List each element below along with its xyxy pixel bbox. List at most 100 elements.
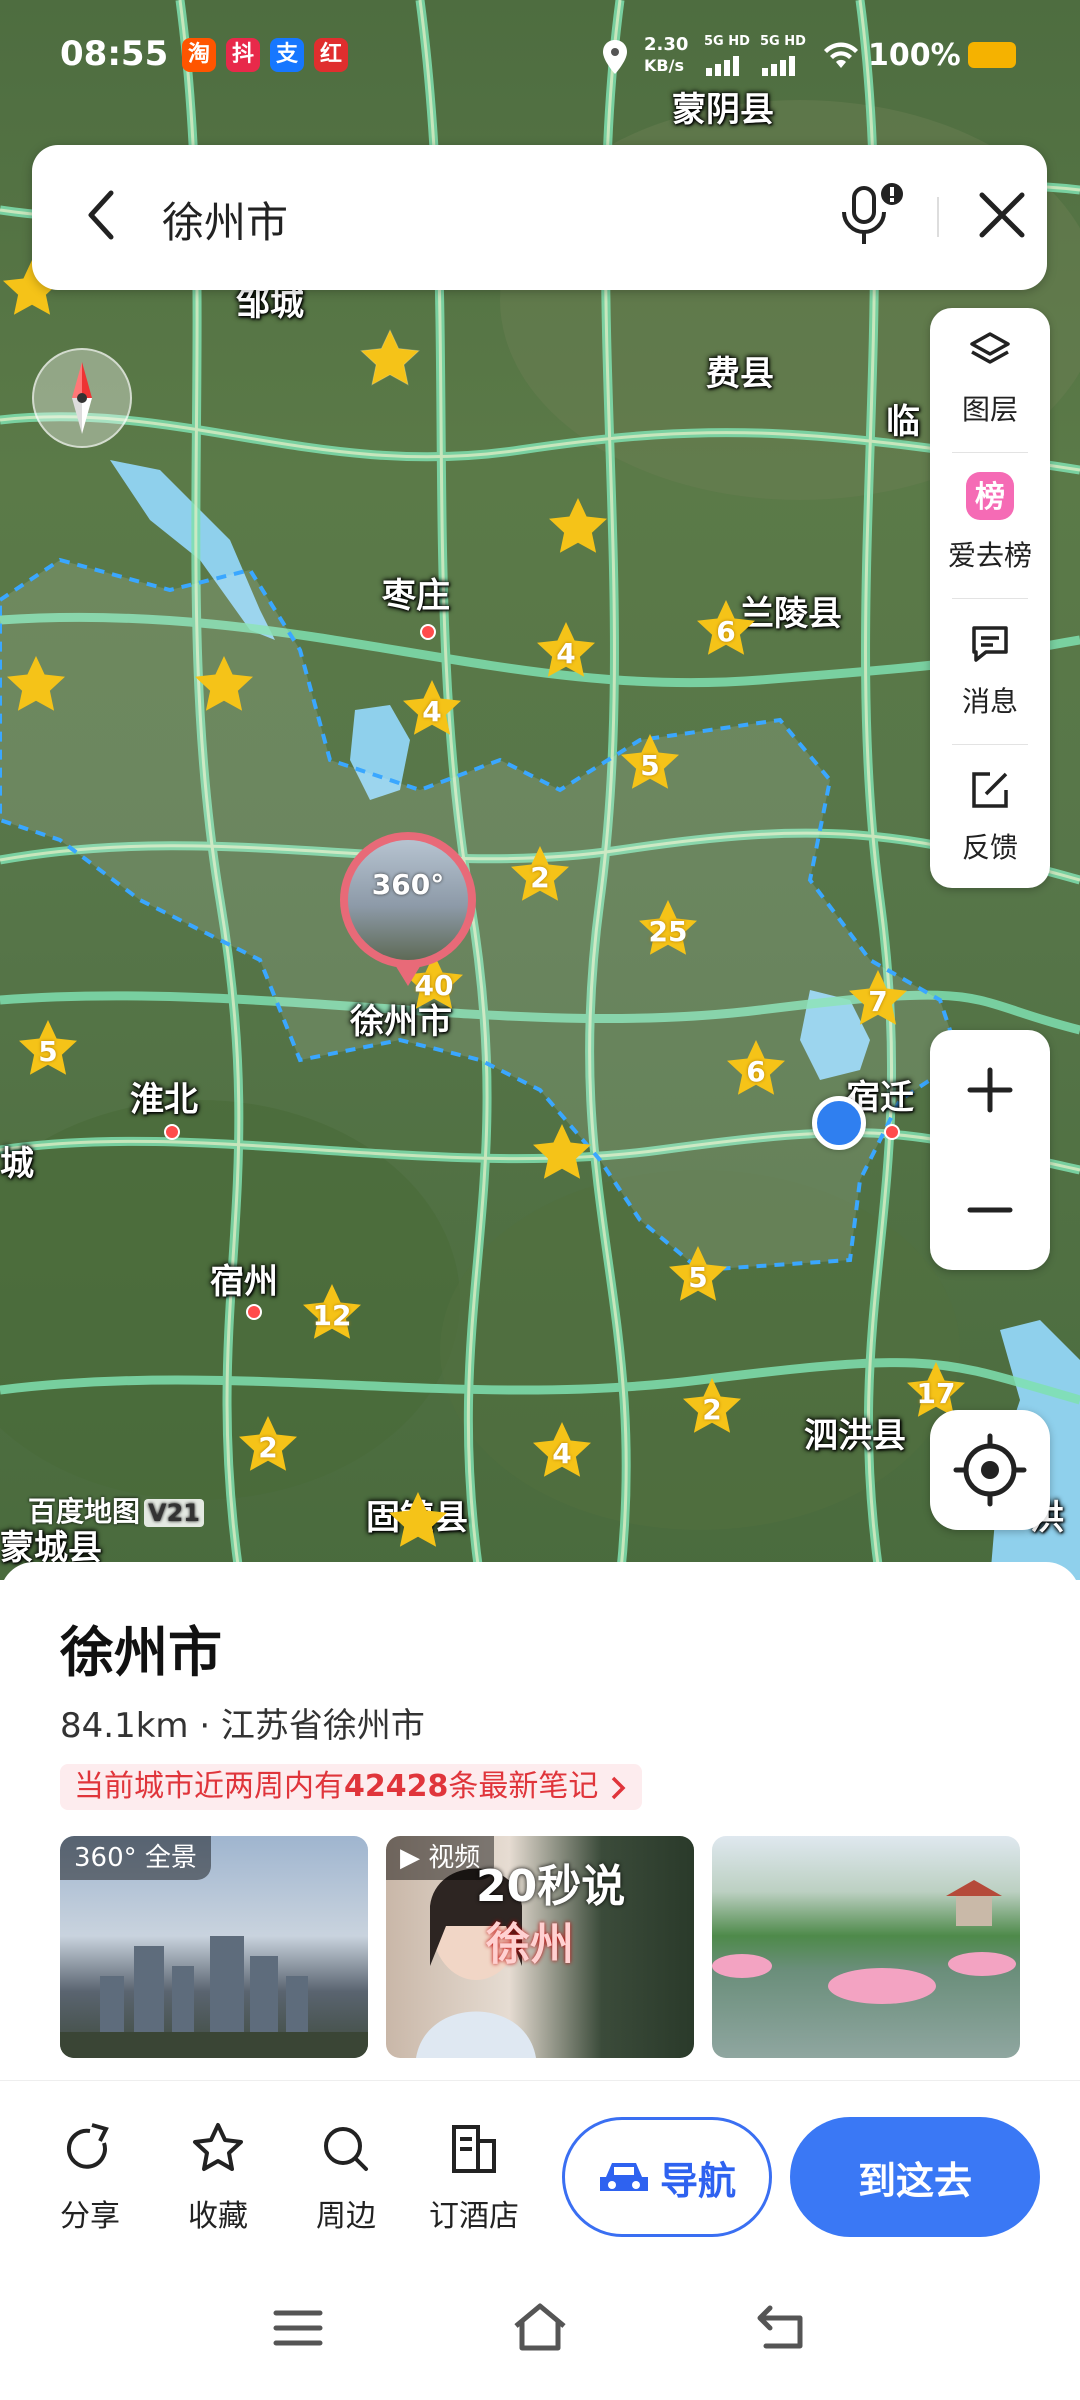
navigate-button[interactable]: 导航 <box>562 2117 772 2237</box>
chevron-right-icon <box>611 1776 626 1799</box>
menu-icon[interactable] <box>270 2305 326 2351</box>
location-status-icon <box>603 40 627 74</box>
net-speed-value: 2.30 <box>644 34 689 55</box>
pano-tag-prefix: 360° <box>74 1843 137 1873</box>
cluster-count: 4 <box>552 1436 572 1470</box>
panorama-pin[interactable]: 360° <box>340 832 476 986</box>
panorama-label: 360° <box>371 868 445 901</box>
video-overlay-line2: 徐州 <box>486 1919 574 1970</box>
poi-cluster-marker[interactable]: 6 <box>694 596 758 660</box>
poi-cluster-marker[interactable]: 2 <box>236 1412 300 1476</box>
share-button[interactable]: 分享 <box>40 2117 140 2235</box>
poi-star-marker[interactable] <box>386 1488 450 1552</box>
map-place-label: 费县 <box>706 354 774 394</box>
poi-cluster-marker[interactable]: 5 <box>618 730 682 794</box>
map-view[interactable]: 蒙阴县 费县 枣庄 临 兰陵县 徐州市 淮北 宿迁 宿州 泗洪县 固镇县 蒙城县… <box>0 0 1080 1580</box>
back-icon[interactable] <box>752 2302 808 2352</box>
poi-cluster-marker[interactable]: 5 <box>666 1242 730 1306</box>
cluster-count: 5 <box>688 1260 708 1294</box>
xiaohongshu-notification-icon: 红 <box>314 38 348 72</box>
home-icon[interactable] <box>510 2300 570 2354</box>
poi-cluster-marker[interactable]: 12 <box>300 1280 364 1344</box>
current-location-dot <box>812 1096 866 1150</box>
feedback-label: 反馈 <box>961 831 1018 864</box>
microphone-icon[interactable] <box>832 180 912 256</box>
zoom-out-button[interactable] <box>930 1150 1050 1270</box>
ranking-badge-icon: 榜 <box>966 472 1014 520</box>
ranking-button[interactable]: 榜 爱去榜 <box>930 454 1050 594</box>
watermark-text: 百度地图 <box>28 1495 141 1528</box>
compass-button[interactable] <box>32 348 132 448</box>
go-here-button[interactable]: 到这去 <box>790 2117 1040 2237</box>
park-photo[interactable] <box>712 1836 1020 2058</box>
poi-cluster-marker[interactable]: 4 <box>534 618 598 682</box>
tool-divider <box>952 744 1028 745</box>
close-icon[interactable] <box>972 185 1032 245</box>
layers-icon <box>970 332 1010 364</box>
map-place-label: 宿州 <box>210 1262 278 1302</box>
signal-label-1: 5G HD <box>704 34 750 49</box>
favorite-button[interactable]: 收藏 <box>168 2117 268 2235</box>
swan-boats-image <box>712 1880 1016 2004</box>
map-place-label: 枣庄 <box>382 576 450 616</box>
poi-cluster-marker[interactable]: 6 <box>724 1036 788 1100</box>
cluster-count: 2 <box>258 1430 278 1464</box>
locate-me-button[interactable] <box>930 1410 1050 1530</box>
poi-star-marker[interactable] <box>530 1120 594 1184</box>
taobao-notification-icon: 淘 <box>182 38 216 72</box>
panorama-tag: 360° 全景 <box>60 1836 211 1880</box>
map-place-label: 泗洪县 <box>804 1416 906 1456</box>
messages-label: 消息 <box>961 685 1018 718</box>
poi-cluster-marker[interactable]: 4 <box>400 676 464 740</box>
poi-cluster-marker[interactable]: 4 <box>530 1418 594 1482</box>
feedback-icon <box>972 772 1008 808</box>
layers-button[interactable]: 图层 <box>930 308 1050 448</box>
poi-cluster-marker[interactable]: 25 <box>636 896 700 960</box>
notes-count: 42428 <box>344 1769 449 1804</box>
poi-star-marker[interactable] <box>192 652 256 716</box>
book-hotel-button[interactable]: 订酒店 <box>424 2117 524 2235</box>
video-thumbnail[interactable]: ▶ 视频 20秒说 徐州 <box>386 1836 694 2058</box>
map-watermark: 百度地图 V21 <box>28 1490 204 1530</box>
panorama-photo[interactable]: 360° 全景 <box>60 1836 368 2058</box>
system-nav-bar <box>0 2260 1080 2400</box>
poi-star-marker[interactable] <box>4 652 68 716</box>
poi-cluster-marker[interactable]: 7 <box>846 966 910 1030</box>
star-outline-icon <box>193 2123 243 2171</box>
messages-button[interactable]: 消息 <box>930 600 1050 740</box>
svg-text:榜: 榜 <box>975 480 1005 515</box>
map-tool-panel: 图层 榜 爱去榜 消息 反馈 <box>930 308 1050 888</box>
message-icon <box>972 626 1008 662</box>
battery-percent: 100% <box>868 38 961 73</box>
cluster-count: 4 <box>422 694 442 728</box>
locate-target-icon <box>953 1433 1027 1507</box>
cluster-count: 17 <box>916 1376 956 1410</box>
cluster-count: 5 <box>38 1034 58 1068</box>
poi-cluster-marker[interactable]: 2 <box>680 1374 744 1438</box>
compass-icon <box>72 362 92 434</box>
poi-cluster-marker[interactable]: 5 <box>16 1016 80 1080</box>
pano-tag-text: 全景 <box>144 1843 197 1873</box>
hotel-icon <box>452 2125 496 2173</box>
video-overlay-line1: 20秒说 <box>476 1861 626 1912</box>
wifi-icon <box>824 42 858 68</box>
search-query[interactable]: 徐州市 <box>162 189 288 250</box>
car-icon <box>599 2163 648 2191</box>
share-icon <box>66 2123 109 2169</box>
search-bar[interactable]: 徐州市 <box>32 145 1047 290</box>
poi-star-marker[interactable] <box>546 494 610 558</box>
cluster-count: 6 <box>716 614 736 648</box>
poi-star-marker[interactable] <box>358 326 422 390</box>
nearby-label: 周边 <box>316 2199 376 2234</box>
watermark-version: V21 <box>144 1499 204 1527</box>
net-speed-unit: KB/s <box>644 56 684 75</box>
nearby-button[interactable]: 周边 <box>296 2117 396 2235</box>
pin-tail <box>392 960 424 986</box>
battery-icon <box>968 42 1016 68</box>
back-arrow-icon[interactable] <box>77 185 127 245</box>
zoom-in-button[interactable] <box>930 1030 1050 1150</box>
feedback-button[interactable]: 反馈 <box>930 746 1050 886</box>
notes-banner[interactable]: 当前城市近两周内有42428条最新笔记 <box>60 1764 642 1810</box>
tool-divider <box>952 452 1028 453</box>
poi-cluster-marker[interactable]: 2 <box>508 842 572 906</box>
